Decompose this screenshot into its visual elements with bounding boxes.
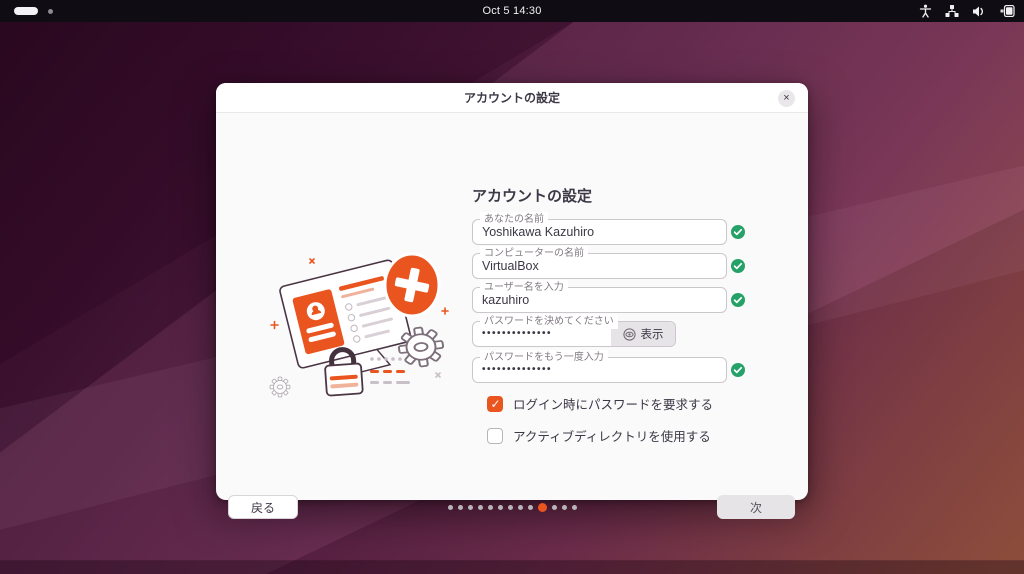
account-setup-dialog: アカウントの設定 × <box>216 83 808 500</box>
password-box[interactable]: パスワードを決めてください 表示 <box>472 321 676 347</box>
add-user-plus-icon <box>385 254 439 316</box>
page-dot <box>488 505 493 510</box>
require-password-label: ログイン時にパスワードを要求する <box>513 394 713 413</box>
valid-check-icon <box>731 293 745 307</box>
page-dot <box>498 505 503 510</box>
page-dot <box>572 505 577 510</box>
computer-name-label: コンピューターの名前 <box>480 246 588 261</box>
page-dot <box>508 505 513 510</box>
page-title: アカウントの設定 <box>472 185 592 206</box>
full-name-label: あなたの名前 <box>480 212 548 227</box>
account-illustration <box>266 235 461 412</box>
page-dot <box>538 503 547 512</box>
active-directory-label: アクティブディレクトリを使用する <box>513 426 711 445</box>
page-dot <box>478 505 483 510</box>
dialog-content: アカウントの設定 あなたの名前 コンピューターの名前 ユーザー名を入力 <box>216 113 808 500</box>
password-confirm-label: パスワードをもう一度入力 <box>480 350 608 365</box>
page-dot <box>458 505 463 510</box>
clock[interactable]: Oct 5 14:30 <box>482 5 541 17</box>
system-status-area[interactable] <box>919 4 1016 18</box>
valid-check-icon <box>731 363 745 377</box>
field-full-name: あなたの名前 <box>472 219 727 245</box>
require-password-checkbox[interactable] <box>487 396 503 412</box>
workspace-dot-icon <box>48 9 53 14</box>
page-dot <box>448 505 453 510</box>
page-dot <box>468 505 473 510</box>
next-button[interactable]: 次 <box>717 495 795 519</box>
page-dot <box>518 505 523 510</box>
small-gear-icon <box>270 377 290 397</box>
battery-charging-icon[interactable] <box>999 5 1016 17</box>
volume-icon[interactable] <box>972 5 986 18</box>
active-directory-checkbox-row[interactable]: アクティブディレクトリを使用する <box>487 426 711 445</box>
field-password-confirm: パスワードをもう一度入力 <box>472 357 727 383</box>
username-label: ユーザー名を入力 <box>480 280 568 295</box>
page-dot <box>562 505 567 510</box>
show-password-button[interactable]: 表示 <box>611 322 675 346</box>
page-dot <box>552 505 557 510</box>
active-directory-checkbox[interactable] <box>487 428 503 444</box>
field-computer-name: コンピューターの名前 <box>472 253 727 279</box>
require-password-checkbox-row[interactable]: ログイン時にパスワードを要求する <box>487 394 713 413</box>
workspace-pill-icon <box>14 7 38 15</box>
dialog-title: アカウントの設定 <box>464 89 560 106</box>
password-label: パスワードを決めてください <box>480 314 618 329</box>
password-confirm-box[interactable]: パスワードをもう一度入力 <box>472 357 727 383</box>
valid-check-icon <box>731 259 745 273</box>
show-password-label: 表示 <box>641 326 664 342</box>
eye-icon <box>623 328 636 341</box>
workspace-indicator[interactable] <box>14 7 53 15</box>
computer-name-box[interactable]: コンピューターの名前 <box>472 253 727 279</box>
dialog-titlebar[interactable]: アカウントの設定 × <box>216 83 808 113</box>
valid-check-icon <box>731 225 745 239</box>
field-username: ユーザー名を入力 <box>472 287 727 313</box>
close-icon[interactable]: × <box>778 90 795 107</box>
accessibility-icon[interactable] <box>919 4 932 18</box>
field-password: パスワードを決めてください 表示 <box>472 321 727 347</box>
page-dot <box>528 505 533 510</box>
top-bar: Oct 5 14:30 <box>0 0 1024 22</box>
network-wired-icon[interactable] <box>945 4 959 18</box>
username-box[interactable]: ユーザー名を入力 <box>472 287 727 313</box>
full-name-box[interactable]: あなたの名前 <box>472 219 727 245</box>
